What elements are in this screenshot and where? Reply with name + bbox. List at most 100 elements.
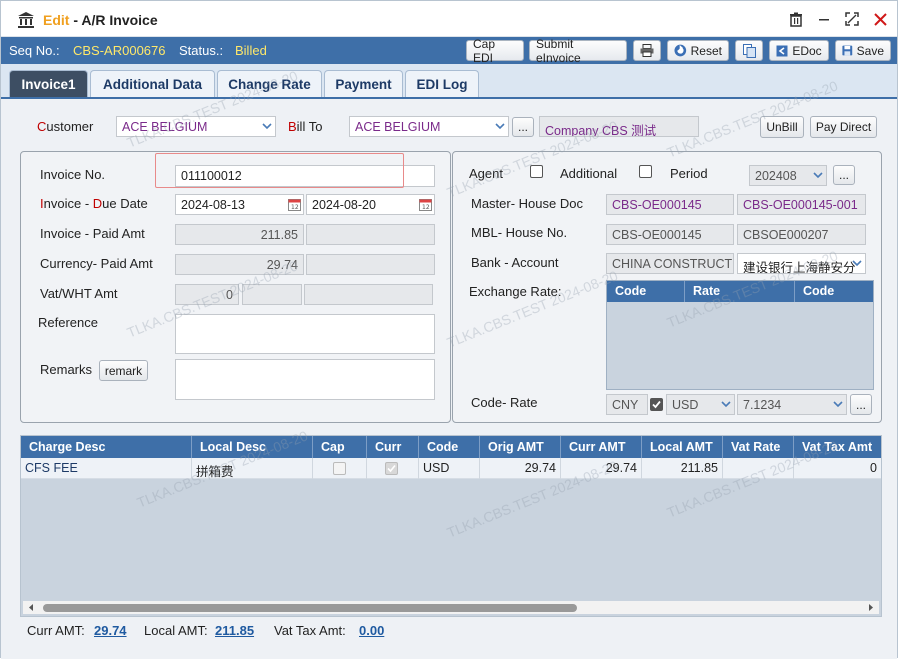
scroll-left-icon[interactable] (27, 603, 35, 612)
vat-amt-field: 0 (175, 284, 239, 305)
bank-field: CHINA CONSTRUCTI (606, 253, 734, 274)
pay-direct-button[interactable]: Pay Direct (810, 116, 877, 138)
ex-header-code-2: Code (803, 284, 835, 298)
invoice-date-value: 2024-08-13 (181, 198, 245, 212)
cap-checkbox[interactable] (333, 462, 346, 475)
edoc-label: EDoc (792, 43, 822, 58)
copy-button[interactable] (735, 40, 763, 61)
grid-header: Charge Desc Local Desc Cap Curr Code Ori… (21, 436, 881, 458)
local-amt-label: Local AMT: (144, 623, 208, 638)
tab-change-rate[interactable]: Change Rate (217, 70, 322, 97)
scroll-right-icon[interactable] (867, 603, 875, 612)
tab-invoice1[interactable]: Invoice1 (9, 70, 88, 97)
reset-button[interactable]: Reset (667, 40, 729, 61)
rate-value: 7.1234 (743, 398, 782, 412)
invoice-no-label: Invoice No. (40, 167, 106, 182)
col-code[interactable]: Code (419, 436, 480, 458)
charges-grid: Charge Desc Local Desc Cap Curr Code Ori… (20, 435, 882, 617)
billto-more-button[interactable]: ... (512, 117, 534, 137)
col-local-amt[interactable]: Local AMT (642, 436, 723, 458)
agent-checkbox[interactable] (530, 165, 543, 178)
col-curr[interactable]: Curr (367, 436, 419, 458)
remarks-label: Remarks (40, 362, 93, 377)
col-vat-rate[interactable]: Vat Rate (723, 436, 794, 458)
submit-einvoice-button[interactable]: Submit eInvoice (529, 37, 627, 65)
exchange-rate-label: Exchange Rate: (469, 284, 562, 299)
cell-vat-tax: 0 (870, 461, 877, 475)
cell-local-amt: 211.85 (642, 458, 723, 479)
svg-text:12: 12 (291, 204, 299, 211)
billto-label-accent: B (288, 119, 297, 134)
customer-select[interactable]: ACE BELGIUM (116, 116, 276, 137)
rate-more-button[interactable]: ... (850, 394, 872, 415)
status-label: Status.: (179, 43, 224, 58)
chevron-down-icon (852, 260, 862, 267)
calendar-icon[interactable]: 12 (288, 198, 301, 211)
title-separator: - (69, 12, 82, 28)
ex-header-rate: Rate (685, 281, 795, 302)
additional-checkbox[interactable] (639, 165, 652, 178)
due-date-value: 2024-08-20 (312, 198, 376, 212)
col-vat-tax-amt[interactable]: Vat Tax Amt (794, 436, 881, 458)
remark-button[interactable]: remark (99, 360, 148, 381)
maximize-icon[interactable] (843, 10, 861, 28)
edoc-button[interactable]: EDoc (769, 40, 829, 61)
ex-header-code: Code (607, 281, 685, 302)
cell-curr (367, 458, 419, 479)
master-doc-field: CBS-OE000145 (606, 194, 734, 215)
tab-edi-log[interactable]: EDI Log (405, 70, 479, 97)
calendar-icon[interactable]: 12 (419, 198, 432, 211)
col-local-desc[interactable]: Local Desc (192, 436, 313, 458)
seq-value: CBS-AR000676 (73, 43, 166, 58)
mbl-no-field: CBS-OE000145 (606, 224, 734, 245)
local-amt-value: 211.85 (215, 623, 255, 638)
chevron-down-icon (813, 172, 823, 179)
curr-amt-label: Curr AMT: (27, 623, 85, 638)
cell-cap (313, 458, 367, 479)
billto-select[interactable]: ACE BELGIUM (349, 116, 509, 137)
invoice-window: Edit - A/R Invoice Seq No.: CBS-AR000676… (0, 0, 898, 659)
table-row[interactable]: CFS FEE 拼箱费 USD 29.74 29.74 211.85 0 (21, 458, 881, 479)
reference-textarea[interactable] (175, 314, 435, 354)
rate-checkbox[interactable] (650, 398, 663, 411)
trash-icon[interactable] (787, 10, 805, 28)
rate-select[interactable]: 7.1234 (737, 394, 847, 415)
house-no-field: CBSOE000207 (737, 224, 866, 245)
invoice-amt-field: 211.85 (175, 224, 304, 245)
horizontal-scrollbar[interactable] (23, 601, 879, 614)
col-charge-desc[interactable]: Charge Desc (21, 436, 192, 458)
vat-tax-label: Vat Tax Amt: (274, 623, 346, 638)
seq-label: Seq No.: (9, 43, 60, 58)
currency-amt-field: 29.74 (175, 254, 304, 275)
invoice-date-input[interactable]: 2024-08-13 12 (175, 194, 304, 215)
col-curr-amt[interactable]: Curr AMT (561, 436, 642, 458)
tab-additional-data[interactable]: Additional Data (90, 70, 215, 97)
period-more-button[interactable]: ... (833, 165, 855, 185)
reset-label: Reset (690, 43, 722, 58)
exchange-rate-table: Code Rate Code (606, 280, 874, 390)
cap-edi-button[interactable]: Cap EDI (466, 37, 524, 65)
save-button[interactable]: Save (835, 40, 891, 61)
due-date-input[interactable]: 2024-08-20 12 (306, 194, 435, 215)
minimize-icon[interactable] (815, 10, 833, 28)
copy-icon (742, 43, 756, 58)
period-label: Period (670, 166, 708, 181)
company-field: Company CBS 测试 (539, 116, 699, 137)
window-title: Edit - A/R Invoice (43, 12, 158, 28)
scrollbar-thumb[interactable] (43, 604, 577, 612)
close-icon[interactable] (871, 10, 889, 28)
print-button[interactable] (633, 40, 661, 61)
tab-payment[interactable]: Payment (324, 70, 403, 97)
unbill-button[interactable]: UnBill (760, 116, 804, 138)
bank-label: Bank - Account (471, 255, 559, 270)
additional-label: Additional (560, 166, 618, 181)
col-cap[interactable]: Cap (313, 436, 367, 458)
account-select[interactable]: 建设银行上海静安分 (737, 253, 866, 274)
currency-select[interactable]: USD (666, 394, 735, 415)
curr-checkbox[interactable] (385, 462, 398, 475)
period-select[interactable]: 202408 (749, 165, 827, 186)
chevron-down-icon (495, 123, 505, 130)
remarks-textarea[interactable] (175, 359, 435, 400)
col-orig-amt[interactable]: Orig AMT (480, 436, 561, 458)
currency-value: USD (672, 398, 699, 412)
